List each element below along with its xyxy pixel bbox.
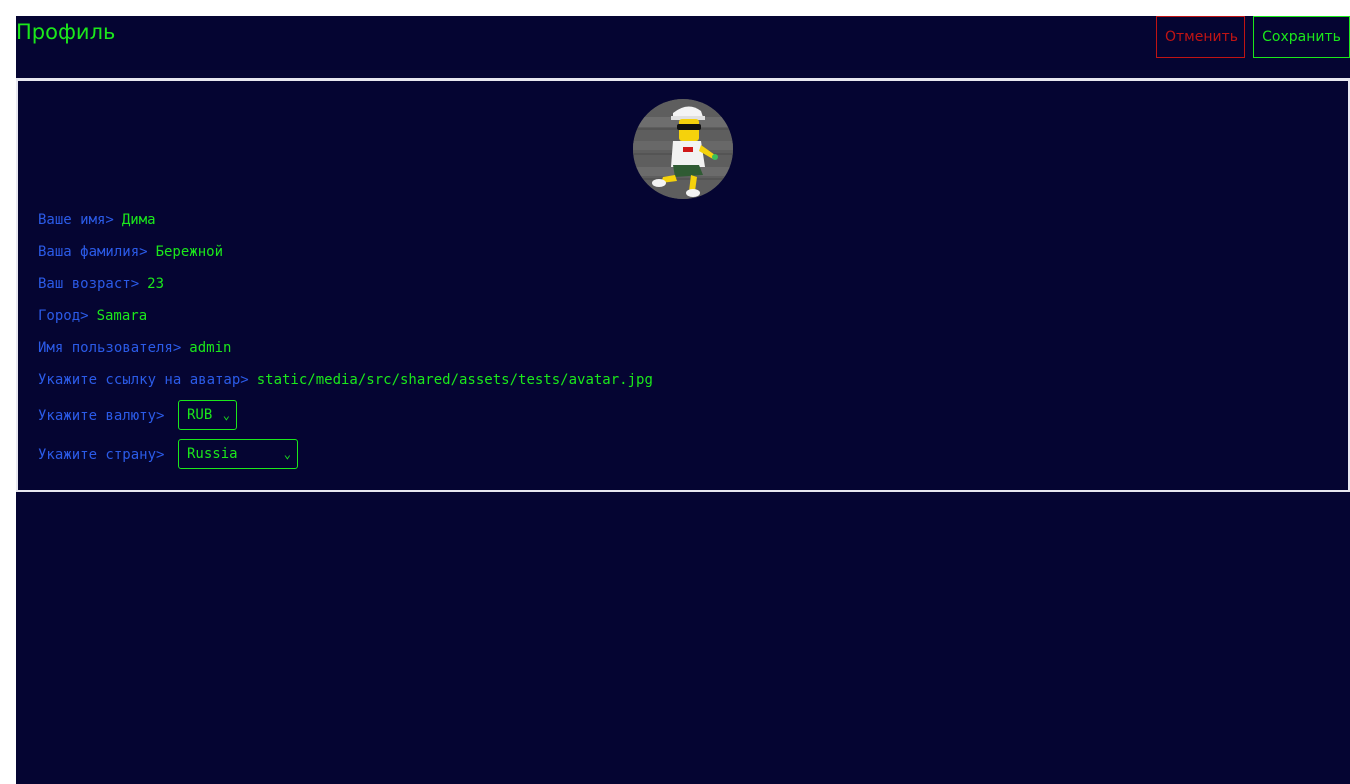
chevron-down-icon: ⌄ xyxy=(283,447,291,461)
age-label: Ваш возраст> xyxy=(38,276,140,292)
page-header: Профиль Отменить Сохранить xyxy=(16,16,1350,80)
bart-simpson-avatar-icon xyxy=(633,99,733,199)
age-row: Ваш возраст> 23 xyxy=(38,274,164,294)
currency-row: Укажите валюту> xyxy=(38,406,278,426)
save-button[interactable]: Сохранить xyxy=(1253,16,1350,58)
avatar-url-value[interactable]: static/media/src/shared/assets/tests/ava… xyxy=(257,372,653,388)
currency-select-value: RUB xyxy=(187,407,213,423)
profile-page: Профиль Отменить Сохранить Ваше имя> Дим… xyxy=(16,16,1350,784)
country-select[interactable]: Russia ⌄ xyxy=(178,439,298,469)
city-label: Город> xyxy=(38,308,89,324)
first-name-label: Ваше имя> xyxy=(38,212,114,228)
username-value[interactable]: admin xyxy=(189,340,231,356)
last-name-label: Ваша фамилия> xyxy=(38,244,148,260)
chevron-down-icon: ⌄ xyxy=(222,408,230,422)
city-value[interactable]: Samara xyxy=(97,308,148,324)
last-name-value[interactable]: Бережной xyxy=(156,244,223,260)
username-row: Имя пользователя> admin xyxy=(38,338,231,358)
age-value[interactable]: 23 xyxy=(147,276,164,292)
avatar-url-row: Укажите ссылку на аватар> static/media/sr… xyxy=(38,370,653,390)
first-name-row: Ваше имя> Дима xyxy=(38,210,156,230)
currency-label: Укажите валюту> xyxy=(38,408,165,424)
city-row: Город> Samara xyxy=(38,306,147,326)
last-name-row: Ваша фамилия> Бережной xyxy=(38,242,223,262)
country-label: Укажите страну> xyxy=(38,447,165,463)
first-name-value[interactable]: Дима xyxy=(122,212,156,228)
avatar xyxy=(633,99,733,199)
avatar-url-label: Укажите ссылку на аватар> xyxy=(38,372,249,388)
profile-card: Ваше имя> Дима Ваша фамилия> Бережной Ваш … xyxy=(16,79,1350,492)
username-label: Имя пользователя> xyxy=(38,340,182,356)
country-select-value: Russia xyxy=(187,446,238,462)
currency-select[interactable]: RUB ⌄ xyxy=(178,400,237,430)
cancel-button[interactable]: Отменить xyxy=(1156,16,1245,58)
page-title: Профиль xyxy=(16,20,116,44)
